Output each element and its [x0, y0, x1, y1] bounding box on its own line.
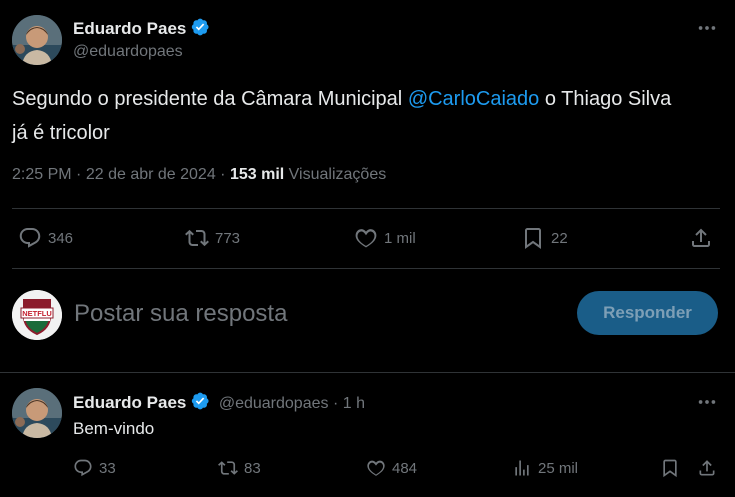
bookmark-icon [663, 459, 677, 478]
like-action[interactable]: 1 mil [354, 226, 416, 250]
tweet-text-part: já é tricolor [12, 122, 110, 144]
verified-badge-icon [192, 392, 209, 410]
tweet-text: Segundo o presidente da Câmara Municipal… [12, 82, 727, 150]
like-count: 1 mil [384, 229, 416, 247]
views-label: Visualizações [288, 166, 387, 183]
author-name[interactable]: Eduardo Paes [73, 19, 186, 38]
reply-icon [74, 459, 92, 477]
author-handle[interactable]: @eduardopaes [73, 43, 183, 61]
reply-repost-action[interactable]: 83 [218, 458, 261, 478]
meta-separator: · [332, 395, 339, 412]
views-count: 153 mil [229, 166, 285, 183]
reply-time[interactable]: 1 h [343, 395, 365, 412]
reply-input[interactable]: Postar sua resposta [74, 300, 287, 328]
bookmark-count: 22 [551, 229, 568, 247]
author-avatar[interactable] [12, 15, 62, 65]
bookmark-action[interactable]: 22 [521, 226, 568, 250]
reply-author-handle[interactable]: @eduardopaes [219, 395, 329, 412]
divider [0, 372, 735, 373]
reply-author-name[interactable]: Eduardo Paes [73, 393, 186, 412]
divider [12, 208, 720, 209]
reply-views-action[interactable]: 25 mil [512, 458, 578, 478]
reply-text: Bem-vindo [73, 419, 155, 438]
share-icon [699, 460, 715, 476]
meta-separator: · [76, 166, 82, 183]
like-icon [367, 460, 385, 476]
share-action[interactable] [689, 226, 713, 250]
repost-count: 83 [244, 459, 261, 477]
views-icon [515, 460, 529, 476]
reply-icon [19, 228, 41, 248]
meta-separator: · [220, 166, 226, 183]
reply-share-action[interactable] [697, 458, 717, 478]
reply-button[interactable]: Responder [577, 291, 718, 335]
tweet-date[interactable]: 22 de abr de 2024 [86, 166, 216, 183]
more-icon[interactable] [696, 391, 718, 418]
reply-bookmark-action[interactable] [660, 458, 680, 478]
tweet-time[interactable]: 2:25 PM [12, 166, 72, 183]
share-icon [692, 228, 710, 247]
reply-reply-action[interactable]: 33 [73, 458, 116, 478]
repost-action[interactable]: 773 [185, 226, 240, 250]
views-count: 25 mil [538, 459, 579, 477]
like-count: 484 [392, 459, 418, 477]
repost-count: 773 [215, 229, 241, 247]
reply-count: 346 [48, 229, 74, 247]
tweet-text-part: Segundo o presidente da Câmara Municipal [12, 88, 408, 110]
reply-author-avatar[interactable] [12, 388, 62, 438]
crest-text: NETFLU [22, 309, 52, 318]
reply-like-action[interactable]: 484 [366, 458, 417, 478]
user-avatar[interactable]: NETFLU [12, 290, 62, 340]
tweet-meta: 2:25 PM · 22 de abr de 2024 · 153 mil Vi… [12, 166, 386, 184]
reply-count: 33 [99, 459, 116, 477]
repost-icon [185, 229, 209, 247]
repost-icon [218, 461, 238, 475]
bookmark-icon [525, 228, 541, 249]
reply-action[interactable]: 346 [18, 226, 73, 250]
like-icon [355, 229, 377, 248]
divider [12, 268, 720, 269]
verified-badge-icon [192, 18, 209, 36]
mention-link[interactable]: @CarloCaiado [408, 88, 539, 110]
more-icon[interactable] [696, 17, 718, 44]
tweet-text-part: o Thiago Silva [539, 88, 672, 110]
